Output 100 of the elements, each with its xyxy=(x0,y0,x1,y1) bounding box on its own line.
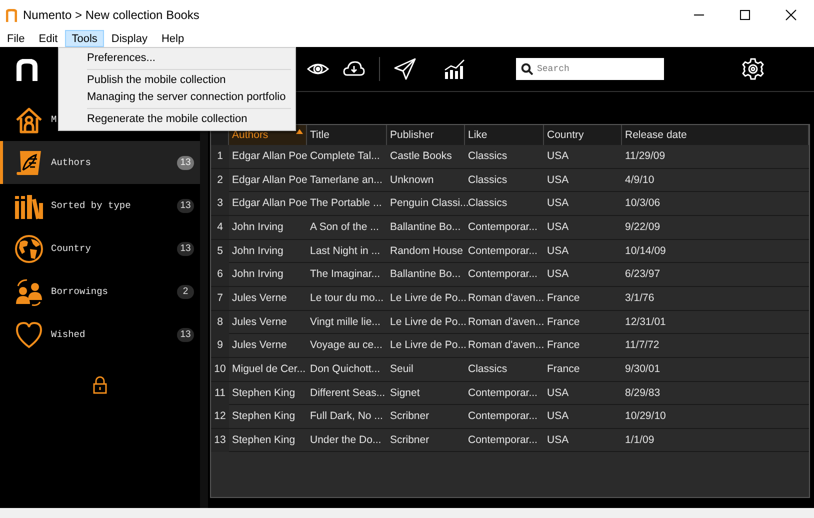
table-cell-text: Scribner xyxy=(389,409,430,424)
table-cell-text: 10/14/09 xyxy=(624,244,667,259)
table-cell-text: Le Livre de Po... xyxy=(389,338,465,354)
table-cell-text: France xyxy=(546,362,581,377)
row-number: 2 xyxy=(211,168,229,192)
row-number: 5 xyxy=(211,240,229,263)
table-cell-text: Stephen King xyxy=(231,409,296,424)
table-cell-text: Stephen King xyxy=(231,386,296,401)
table-cell-text: France xyxy=(546,338,581,354)
table-cell-text: Vingt mille lie... xyxy=(309,314,382,330)
table-cell-text: Complete Tal... xyxy=(309,149,381,164)
table-cell-text: Edgar Allan Poe xyxy=(231,149,307,164)
table-cell-text: Contemporar... xyxy=(467,386,538,401)
sidebar-label: Sorted by type xyxy=(51,200,131,211)
table-cell-text: 10/29/10 xyxy=(624,409,667,424)
table-cell-text: USA xyxy=(546,244,570,259)
sidebar-label: Authors xyxy=(51,157,91,168)
window-title: Numento > New collection Books xyxy=(23,8,200,22)
table-cell-text: Contemporar... xyxy=(467,267,538,282)
table-cell-text: Stephen King xyxy=(231,432,296,448)
table-cell-text: USA xyxy=(546,432,570,448)
table-cell-text: USA xyxy=(546,149,570,164)
row-number: 11 xyxy=(211,382,229,405)
table-cell-text: Different Seas... xyxy=(309,386,386,401)
row-number: 8 xyxy=(211,310,229,334)
row-number: 12 xyxy=(211,405,229,428)
table-cell-text: USA xyxy=(546,196,570,212)
table-cell-text: Scribner xyxy=(389,432,430,448)
table-cell-text: 11/29/09 xyxy=(624,149,666,164)
table-cell-text: Le tour du mo... xyxy=(309,291,385,306)
table-cell-text: Contemporar... xyxy=(467,432,538,448)
row-number: 7 xyxy=(211,287,229,310)
table-cell-text: USA xyxy=(546,267,570,282)
table-cell-text: Jules Verne xyxy=(231,314,288,330)
table-cell-text: Castle Books xyxy=(389,149,453,164)
row-number: 3 xyxy=(211,192,229,216)
table-cell-text: A Son of the ... xyxy=(309,220,380,236)
table-cell-text: Don Quichott... xyxy=(309,362,382,377)
table-cell-text: John Irving xyxy=(231,244,284,259)
row-number: 9 xyxy=(211,334,229,358)
count-badge: 13 xyxy=(177,156,194,170)
table-cell-text: Classics xyxy=(467,172,508,188)
table-cell-text: Tamerlane an... xyxy=(309,172,384,188)
table-cell-text: France xyxy=(546,291,581,306)
table-cell-text: 4/9/10 xyxy=(624,172,656,188)
count-badge: 2 xyxy=(177,284,194,298)
table-cell-text: Le Livre de Po... xyxy=(389,314,465,330)
table-cell-text: 6/23/97 xyxy=(624,267,662,282)
sidebar-label: M xyxy=(51,114,57,125)
sidebar-label: Borrowings xyxy=(51,286,108,297)
table-cell-text: USA xyxy=(546,409,570,424)
table-cell-text: John Irving xyxy=(231,267,284,282)
table-cell-text: Voyage au ce... xyxy=(309,338,384,354)
table-cell-text: Signet xyxy=(389,386,421,401)
row-number: 1 xyxy=(211,145,229,168)
table-cell-text: Classics xyxy=(467,149,508,164)
count-badge: 13 xyxy=(177,198,194,212)
table-cell-text: The Imaginar... xyxy=(309,267,382,282)
table-cell-text: 10/3/06 xyxy=(624,196,662,212)
table-cell-text: France xyxy=(546,314,581,330)
table-cell-text: Le Livre de Po... xyxy=(389,291,465,306)
count-badge: 13 xyxy=(177,242,194,256)
table-cell-text: Roman d'aven... xyxy=(467,314,544,330)
row-number: 4 xyxy=(211,216,229,240)
table-cell-text: Full Dark, No ... xyxy=(309,409,384,424)
table-cell-text: 1/1/09 xyxy=(624,432,656,448)
table-cell-text: Roman d'aven... xyxy=(467,291,544,306)
table-cell-text: 12/31/01 xyxy=(624,314,667,330)
table-cell-text: 8/29/83 xyxy=(624,386,662,401)
table-cell-text: Contemporar... xyxy=(467,244,538,259)
table-cell-text: The Portable ... xyxy=(309,196,383,212)
table-cell-text: Last Night in ... xyxy=(309,244,382,259)
table-cell-text: Jules Verne xyxy=(231,291,288,306)
table-cell-text: Contemporar... xyxy=(467,409,538,424)
row-number: 6 xyxy=(211,263,229,286)
table-cell-text: Roman d'aven... xyxy=(467,338,544,354)
row-number: 10 xyxy=(211,358,229,381)
table-cell-text: Jules Verne xyxy=(231,338,288,354)
table-cell-text: Contemporar... xyxy=(467,220,538,236)
table-cell-text: Under the Do... xyxy=(309,432,382,448)
table-cell-text: Seuil xyxy=(389,362,414,377)
table-cell-text: Ballantine Bo... xyxy=(389,267,462,282)
table-cell-text: John Irving xyxy=(231,220,284,236)
table-cell-text: 9/22/09 xyxy=(624,220,662,236)
table-cell-text: Classics xyxy=(467,362,508,377)
table-cell-text: USA xyxy=(546,220,570,236)
table-cell-text: Miguel de Cer... xyxy=(231,362,307,377)
sidebar-label: Wished xyxy=(51,329,86,340)
table-cell-text: Edgar Allan Poe xyxy=(231,172,307,188)
table-cell-text: USA xyxy=(546,172,570,188)
table-cell-text: Random House xyxy=(389,244,464,259)
sidebar-label: Country xyxy=(51,243,91,254)
table-cell-text: 3/1/76 xyxy=(624,291,656,306)
row-number: 13 xyxy=(211,428,229,452)
table-cell-text: Ballantine Bo... xyxy=(389,220,462,236)
table-cell-text: 11/7/72 xyxy=(624,338,660,354)
count-badge: 13 xyxy=(177,328,194,342)
table-cell-text: 9/30/01 xyxy=(624,362,662,377)
table-cell-text: USA xyxy=(546,386,570,401)
table-cell-text: Unknown xyxy=(389,172,435,188)
